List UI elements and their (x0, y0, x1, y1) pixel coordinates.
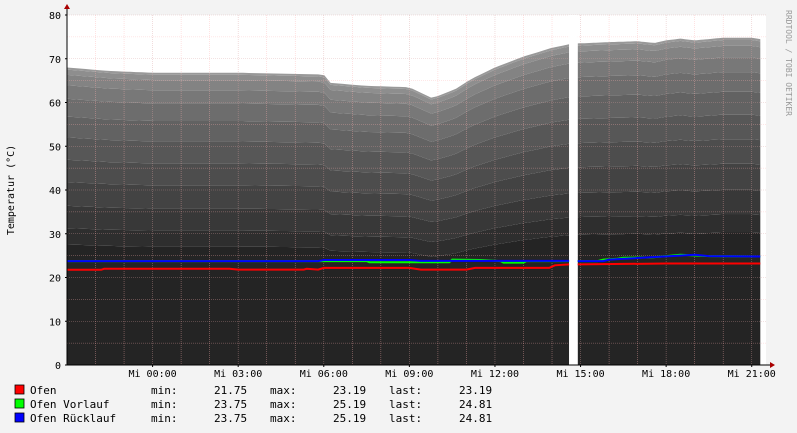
y-tick-label: 70 (49, 55, 61, 66)
x-tick-label: Mi 06:00 (300, 369, 348, 380)
y-tick-label: 40 (49, 186, 61, 197)
legend-swatch (14, 398, 25, 409)
x-tick-label: Mi 18:00 (642, 369, 690, 380)
legend-min-label: min: (151, 412, 178, 425)
y-tick-label: 10 (49, 317, 61, 328)
segment-1-band-0 (67, 235, 570, 365)
legend-last-label: last: (389, 412, 422, 425)
series-line-ofen-r-cklauf-1 (67, 259, 570, 263)
segment-2-band-4 (577, 139, 761, 168)
legend-min-value: 21.75 (214, 384, 247, 397)
legend-max-label: max: (270, 412, 297, 425)
legend-last-value: 24.81 (459, 398, 492, 411)
series-line-ofen-2 (577, 262, 761, 266)
legend-max-value: 23.19 (333, 384, 366, 397)
legend-swatch (14, 412, 25, 423)
x-tick-label: Mi 00:00 (129, 369, 177, 380)
segment-2-band-1 (577, 214, 761, 235)
legend-last-label: last: (389, 384, 422, 397)
legend-last-label: last: (389, 398, 422, 411)
legend-max-value: 25.19 (333, 412, 366, 425)
y-axis-label: Temperatur (°C) (6, 145, 17, 235)
y-tick-label: 60 (49, 99, 61, 110)
legend-label: Ofen Vorlauf (30, 398, 109, 411)
x-tick-label: Mi 15:00 (556, 369, 604, 380)
x-tick-label: Mi 03:00 (214, 369, 262, 380)
data-gap-rect (569, 15, 578, 365)
x-tick-label: Mi 09:00 (385, 369, 433, 380)
segment-2-band-2 (577, 189, 761, 218)
watermark: RRDTOOL / TOBI OETIKER (784, 10, 793, 116)
segment-2-band-5 (577, 114, 761, 144)
legend-min-label: min: (151, 398, 178, 411)
legend-max-label: max: (270, 398, 297, 411)
legend-min-value: 23.75 (214, 398, 247, 411)
y-tick-label: 50 (49, 142, 61, 153)
legend-max-value: 25.19 (333, 398, 366, 411)
segment-2-band-0 (577, 232, 761, 365)
legend-min-value: 23.75 (214, 412, 247, 425)
y-tick-label: 0 (55, 361, 61, 372)
chart-svg: 0 10 20 30 40 50 60 70 80 Mi 00:00 Mi 03:00 Mi 06:… (0, 0, 797, 433)
legend-label: Ofen (30, 384, 57, 397)
legend-min-label: min: (151, 384, 178, 397)
legend-swatch (14, 384, 25, 395)
chart: 0 10 20 30 40 50 60 70 80 Mi 00:00 Mi 03:00 Mi 06:… (0, 0, 797, 433)
legend-max-label: max: (270, 384, 297, 397)
data-gap (569, 15, 578, 365)
legend-last-value: 23.19 (459, 384, 492, 397)
y-tick-label: 30 (49, 230, 61, 241)
legend-last-value: 24.81 (459, 412, 492, 425)
y-tick-label: 80 (49, 11, 61, 22)
x-tick-label: Mi 12:00 (471, 369, 519, 380)
x-tick-label: Mi 21:00 (728, 369, 776, 380)
y-tick-label: 20 (49, 274, 61, 285)
legend-label: Ofen Rücklauf (30, 412, 116, 425)
